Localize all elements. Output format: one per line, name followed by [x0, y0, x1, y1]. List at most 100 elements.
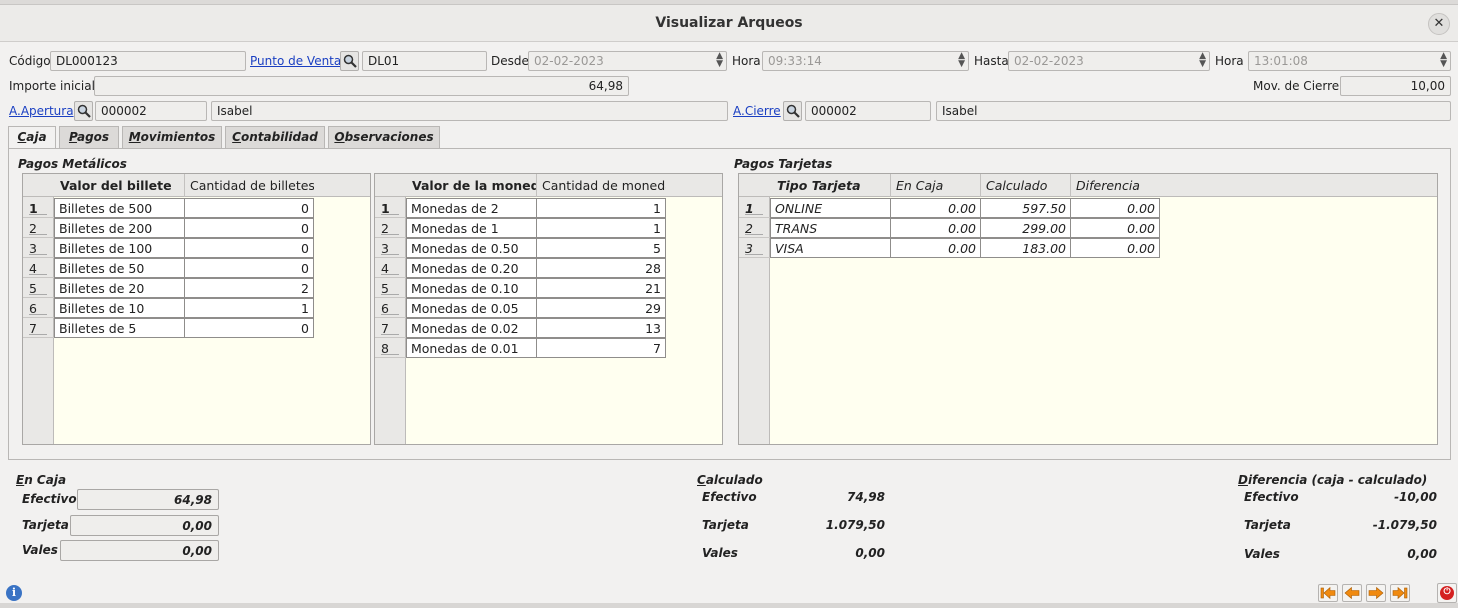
- table-cell[interactable]: 28: [536, 258, 666, 278]
- table-cell[interactable]: Billetes de 200: [54, 218, 185, 238]
- search-icon: [343, 54, 357, 68]
- table-cell[interactable]: 21: [536, 278, 666, 298]
- column-header[interactable]: Calculado: [980, 174, 1070, 197]
- mov-cierre-field[interactable]: 10,00: [1340, 76, 1451, 96]
- table-cell[interactable]: 0.00: [890, 218, 981, 238]
- table-cell[interactable]: 2: [184, 278, 314, 298]
- codigo-field[interactable]: DL000123: [50, 51, 246, 71]
- cierre-search-button[interactable]: [783, 101, 802, 121]
- punto-venta-search-button[interactable]: [340, 51, 359, 71]
- spinner-icon[interactable]: ▲ ▼: [1440, 52, 1447, 69]
- table-cell[interactable]: Monedas de 1: [406, 218, 537, 238]
- table-cell[interactable]: 0: [184, 238, 314, 258]
- table-cell[interactable]: Billetes de 500: [54, 198, 185, 218]
- row-number: 6: [375, 298, 406, 318]
- en-caja-vales-field[interactable]: 0,00: [60, 540, 219, 561]
- table-cell[interactable]: 0.00: [890, 198, 981, 218]
- hora-hasta-field[interactable]: 13:01:08 ▲ ▼: [1248, 51, 1451, 71]
- row-number: 2: [739, 218, 770, 238]
- punto-venta-link[interactable]: Punto de Venta: [250, 54, 341, 68]
- table-cell[interactable]: Billetes de 20: [54, 278, 185, 298]
- column-header[interactable]: Diferencia: [1070, 174, 1160, 197]
- table-cell[interactable]: 0.00: [890, 238, 981, 258]
- table-cell[interactable]: 0.00: [1070, 218, 1160, 238]
- tab-mnemonic: C: [17, 130, 27, 144]
- tab-observaciones[interactable]: Observaciones: [328, 126, 440, 148]
- table-cell[interactable]: 7: [536, 338, 666, 358]
- column-header[interactable]: En Caja: [890, 174, 980, 197]
- power-icon: ⏻: [1440, 586, 1454, 600]
- hasta-date-field[interactable]: 02-02-2023 ▲ ▼: [1008, 51, 1210, 71]
- spinner-icon[interactable]: ▲ ▼: [716, 52, 723, 69]
- tab-label: ontabilidad: [240, 130, 318, 144]
- monedas-table[interactable]: Valor de la moneda Cantidad de moneda 1M…: [374, 173, 723, 445]
- en-caja-efectivo-field[interactable]: 64,98: [77, 489, 219, 510]
- importe-inicial-field[interactable]: 64,98: [94, 76, 629, 96]
- tab-movimientos[interactable]: Movimientos: [122, 126, 222, 148]
- table-cell[interactable]: Monedas de 0.10: [406, 278, 537, 298]
- table-cell[interactable]: Monedas de 0.20: [406, 258, 537, 278]
- table-cell[interactable]: 0: [184, 318, 314, 338]
- spinner-icon[interactable]: ▲ ▼: [1199, 52, 1206, 69]
- apertura-link[interactable]: A.Apertura: [9, 104, 74, 118]
- table-cell[interactable]: TRANS: [770, 218, 891, 238]
- tab-caja[interactable]: Caja: [8, 126, 56, 149]
- table-cell[interactable]: ONLINE: [770, 198, 891, 218]
- previous-record-button[interactable]: [1342, 584, 1362, 602]
- table-cell[interactable]: Monedas de 0.02: [406, 318, 537, 338]
- hora-desde-field[interactable]: 09:33:14 ▲ ▼: [762, 51, 969, 71]
- table-cell[interactable]: Monedas de 0.50: [406, 238, 537, 258]
- next-record-button[interactable]: [1366, 584, 1386, 602]
- table-cell[interactable]: 1: [536, 198, 666, 218]
- table-cell[interactable]: Billetes de 10: [54, 298, 185, 318]
- punto-venta-field[interactable]: DL01: [362, 51, 487, 71]
- column-header[interactable]: Valor de la moneda: [406, 174, 536, 197]
- table-cell[interactable]: Billetes de 100: [54, 238, 185, 258]
- last-record-button[interactable]: [1390, 584, 1410, 602]
- first-record-button[interactable]: [1318, 584, 1338, 602]
- column-header[interactable]: Cantidad de billetes: [184, 174, 314, 197]
- cierre-code-field[interactable]: 000002: [805, 101, 931, 121]
- table-cell[interactable]: 1: [536, 218, 666, 238]
- table-cell[interactable]: 1: [184, 298, 314, 318]
- hora-desde-label: Hora: [732, 54, 761, 68]
- tab-pagos[interactable]: Pagos: [59, 126, 119, 148]
- desde-date-field[interactable]: 02-02-2023 ▲ ▼: [528, 51, 727, 71]
- en-caja-tarjeta-field[interactable]: 0,00: [70, 515, 219, 536]
- row-marker: [745, 234, 763, 235]
- table-cell[interactable]: Billetes de 50: [54, 258, 185, 278]
- table-cell[interactable]: 0: [184, 258, 314, 278]
- column-header[interactable]: Valor del billete: [54, 174, 184, 197]
- close-button[interactable]: ✕: [1428, 13, 1450, 35]
- table-cell[interactable]: Monedas de 2: [406, 198, 537, 218]
- table-cell[interactable]: 29: [536, 298, 666, 318]
- apertura-search-button[interactable]: [74, 101, 93, 121]
- tab-contabilidad[interactable]: Contabilidad: [225, 126, 325, 148]
- tarjetas-table[interactable]: Tipo Tarjeta En Caja Calculado Diferenci…: [738, 173, 1438, 445]
- table-cell[interactable]: 0: [184, 218, 314, 238]
- table-cell[interactable]: 183.00: [980, 238, 1071, 258]
- column-header[interactable]: Cantidad de moneda: [536, 174, 666, 197]
- column-header[interactable]: Tipo Tarjeta: [770, 174, 890, 197]
- exit-button[interactable]: ⏻: [1437, 583, 1457, 603]
- table-cell[interactable]: Monedas de 0.01: [406, 338, 537, 358]
- desde-date-value: 02-02-2023: [534, 54, 604, 68]
- cierre-name-field[interactable]: Isabel: [936, 101, 1451, 121]
- cierre-link[interactable]: A.Cierre: [733, 104, 781, 118]
- spinner-icon[interactable]: ▲ ▼: [958, 52, 965, 69]
- hasta-date-value: 02-02-2023: [1014, 54, 1084, 68]
- table-cell[interactable]: 0.00: [1070, 238, 1160, 258]
- table-cell[interactable]: Monedas de 0.05: [406, 298, 537, 318]
- table-cell[interactable]: 299.00: [980, 218, 1071, 238]
- table-cell[interactable]: 5: [536, 238, 666, 258]
- table-cell[interactable]: 0: [184, 198, 314, 218]
- apertura-code-field[interactable]: 000002: [95, 101, 207, 121]
- table-cell[interactable]: VISA: [770, 238, 891, 258]
- table-cell[interactable]: 0.00: [1070, 198, 1160, 218]
- table-cell[interactable]: 597.50: [980, 198, 1071, 218]
- table-cell[interactable]: 13: [536, 318, 666, 338]
- info-icon[interactable]: i: [6, 585, 22, 601]
- table-cell[interactable]: Billetes de 5: [54, 318, 185, 338]
- billetes-table[interactable]: Valor del billete Cantidad de billetes 1…: [22, 173, 371, 445]
- apertura-name-field[interactable]: Isabel: [211, 101, 728, 121]
